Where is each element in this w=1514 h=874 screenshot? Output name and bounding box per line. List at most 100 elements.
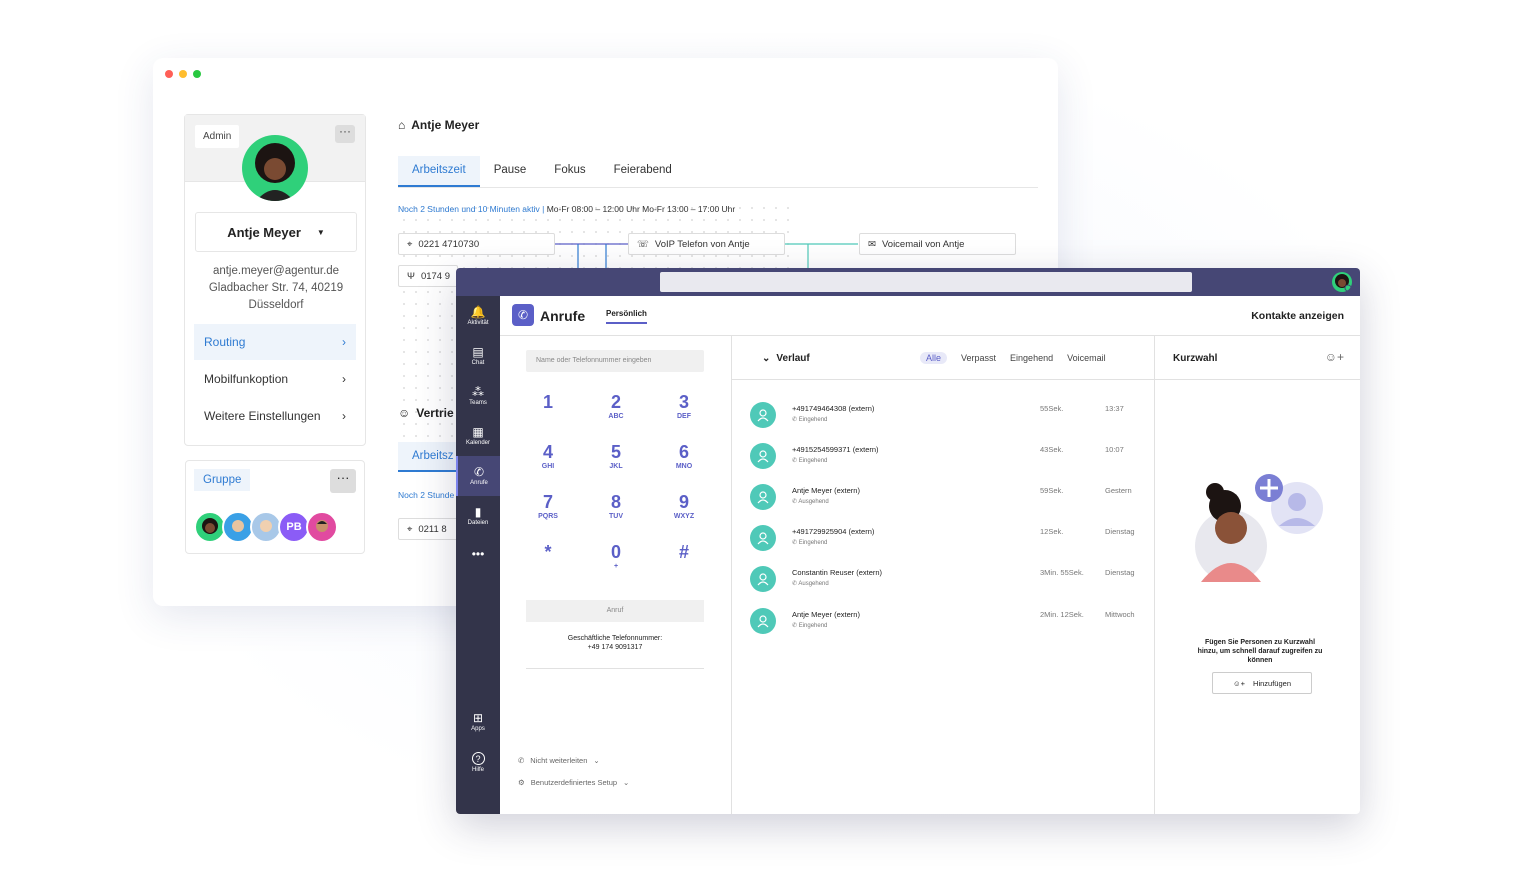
call-time: Mittwoch [1105,610,1135,619]
dialpad-keys: 1 2 ABC 3 DEF 4 GHI 5 JKL 6 MNO 7 PQRS 8 TUV 9 WXYZ * 0 + # [514,392,718,580]
node-phone-2[interactable]: ⌖ 0211 8 [398,518,458,540]
contact-avatar-icon [750,608,776,634]
dial-key-digit: 1 [542,392,553,412]
dial-key[interactable]: 8 TUV [582,492,650,530]
dial-key-digit: 0 [610,542,621,562]
speed-dial-pane: Kurzwahl ☺+ Fügen Sie Personen zu Kurzwa… [1155,336,1360,814]
call-row[interactable]: +491749464308 (extern) ✆ Eingehend 55Sek. 1… [750,400,1150,434]
menu-item-mobile[interactable]: Mobilfunkoption › [194,361,356,397]
dial-key[interactable]: * [514,542,582,580]
call-row[interactable]: Antje Meyer (extern) ✆ Ausgehend 59Sek. Ges… [750,482,1150,516]
filter-missed[interactable]: Verpasst [961,353,996,364]
call-time: Dienstag [1105,568,1135,577]
dial-key-letters: DEF [677,413,691,420]
rail-label: Dateien [467,520,489,526]
tab-personal[interactable]: Persönlich [606,309,647,324]
rail-item-calendar[interactable]: ▦ Kalender [456,416,500,456]
dial-key[interactable]: 6 MNO [650,442,718,480]
node-phone[interactable]: ⌖ 0221 4710730 [398,233,555,255]
rail-item-calls[interactable]: ✆ Anrufe [456,456,500,496]
add-user-icon[interactable]: ☺+ [1325,350,1344,364]
dial-key[interactable]: 7 PQRS [514,492,582,530]
chevron-down-icon: ⌄ [593,756,600,765]
rail-more[interactable]: ••• [456,534,500,574]
close-dot[interactable] [165,70,173,78]
caller-name: +491729925904 (extern) [792,527,875,536]
dial-key-digit: * [544,542,552,562]
menu-item-routing[interactable]: Routing › [194,324,356,360]
dial-input[interactable]: Name oder Telefonnummer eingeben [526,350,704,372]
city: Düsseldorf [248,299,304,311]
user-avatar[interactable] [1332,272,1352,292]
dial-key-digit: 2 [610,392,621,412]
email: antje.meyer@agentur.de [212,265,340,277]
call-time: Dienstag [1105,527,1135,536]
file-icon: ▮ [474,505,482,519]
filter-voicemail[interactable]: Voicemail [1067,353,1106,364]
node-voip[interactable]: ☏ VoIP Telefon von Antje [628,233,785,255]
gear-icon: ⚙ [518,778,525,787]
menu-item-more-settings[interactable]: Weitere Einstellungen › [194,398,356,434]
dial-key-digit: 9 [678,492,689,512]
rail-item-apps[interactable]: ⊞ Apps [456,702,500,742]
dial-key[interactable]: 1 [514,392,582,430]
group-more-button[interactable]: ··· [330,469,356,493]
setup-option[interactable]: ⚙ Benutzerdefiniertes Setup ⌄ [518,778,629,787]
call-row[interactable]: Antje Meyer (extern) ✆ Eingehend 2Min. 12S… [750,606,1150,640]
menu-item-label: Weitere Einstellungen [204,409,321,423]
rail-item-chat[interactable]: ▤ Chat [456,336,500,376]
calls-header: ✆ Anrufe Persönlich Kontakte anzeigen [500,296,1360,336]
dial-key[interactable]: 3 DEF [650,392,718,430]
caller-name: Antje Meyer (extern) [792,486,860,495]
show-contacts-link[interactable]: Kontakte anzeigen [1251,310,1344,322]
minimize-dot[interactable] [179,70,187,78]
dial-key[interactable]: 0 + [582,542,650,580]
call-button[interactable]: Anruf [526,600,704,622]
forward-option[interactable]: ✆ Nicht weiterleiten ⌄ [518,756,600,765]
call-time: 10:07 [1105,445,1124,454]
call-row[interactable]: Constantin Reuser (extern) ✆ Ausgehend 3Mi… [750,564,1150,598]
dial-key[interactable]: 2 ABC [582,392,650,430]
add-button-label: Hinzufügen [1253,678,1291,688]
dial-key-digit: 8 [610,492,621,512]
app-rail: 🔔 Aktivität ▤ Chat ⁂ Teams ▦ Kalender ✆ … [456,296,500,814]
rail-item-files[interactable]: ▮ Dateien [456,496,500,536]
filter-all[interactable]: Alle [920,352,948,364]
call-type-label: Eingehend [798,623,828,629]
dial-key[interactable]: # [650,542,718,580]
speed-dial-title: Kurzwahl [1173,353,1218,364]
member-avatar[interactable] [306,511,338,543]
node-mobile[interactable]: Ψ 0174 9 [398,265,458,287]
location-pin-icon: ⌖ [407,238,413,250]
history-filters: Alle Verpasst Eingehend Voicemail [920,352,1106,364]
dial-key[interactable]: 9 WXYZ [650,492,718,530]
rail-item-help[interactable]: ? Hilfe [456,742,500,782]
dial-key[interactable]: 4 GHI [514,442,582,480]
add-button[interactable]: ☺+ Hinzufügen [1212,672,1312,694]
dial-key-digit: 7 [542,492,553,512]
call-type: ✆ Eingehend [792,458,828,464]
node-voicemail[interactable]: ✉ Voicemail von Antje [859,233,1016,255]
menu-item-label: Mobilfunkoption [204,372,289,386]
search-input[interactable] [660,272,1192,292]
maximize-dot[interactable] [193,70,201,78]
forward-phone-icon: ✆ [518,756,525,765]
profile-card: Admin ··· Antje Meyer ▼ antje.meyer@agen… [184,114,366,446]
dial-key-digit: 3 [678,392,689,412]
avatar [242,135,308,201]
profile-more-button[interactable]: ··· [335,125,355,143]
user-select[interactable]: Antje Meyer ▼ [195,212,357,252]
filter-incoming[interactable]: Eingehend [1010,353,1053,364]
dial-key[interactable]: 5 JKL [582,442,650,480]
group-tag[interactable]: Gruppe [194,469,251,491]
apps-icon: ⊞ [472,711,484,725]
forward-option-label: Nicht weiterleiten [530,756,588,765]
history-toggle[interactable]: ⌄ Verlauf [762,353,810,364]
rail-item-teams[interactable]: ⁂ Teams [456,376,500,416]
call-duration: 59Sek. [1040,486,1064,495]
call-row[interactable]: +491729925904 (extern) ✆ Eingehend 12Sek. D… [750,523,1150,557]
rail-item-activity[interactable]: 🔔 Aktivität [456,296,500,336]
caller-name: Constantin Reuser (extern) [792,568,883,577]
call-time: 13:37 [1105,404,1124,413]
call-row[interactable]: +4915254599371 (extern) ✆ Eingehend 43Sek.… [750,441,1150,475]
